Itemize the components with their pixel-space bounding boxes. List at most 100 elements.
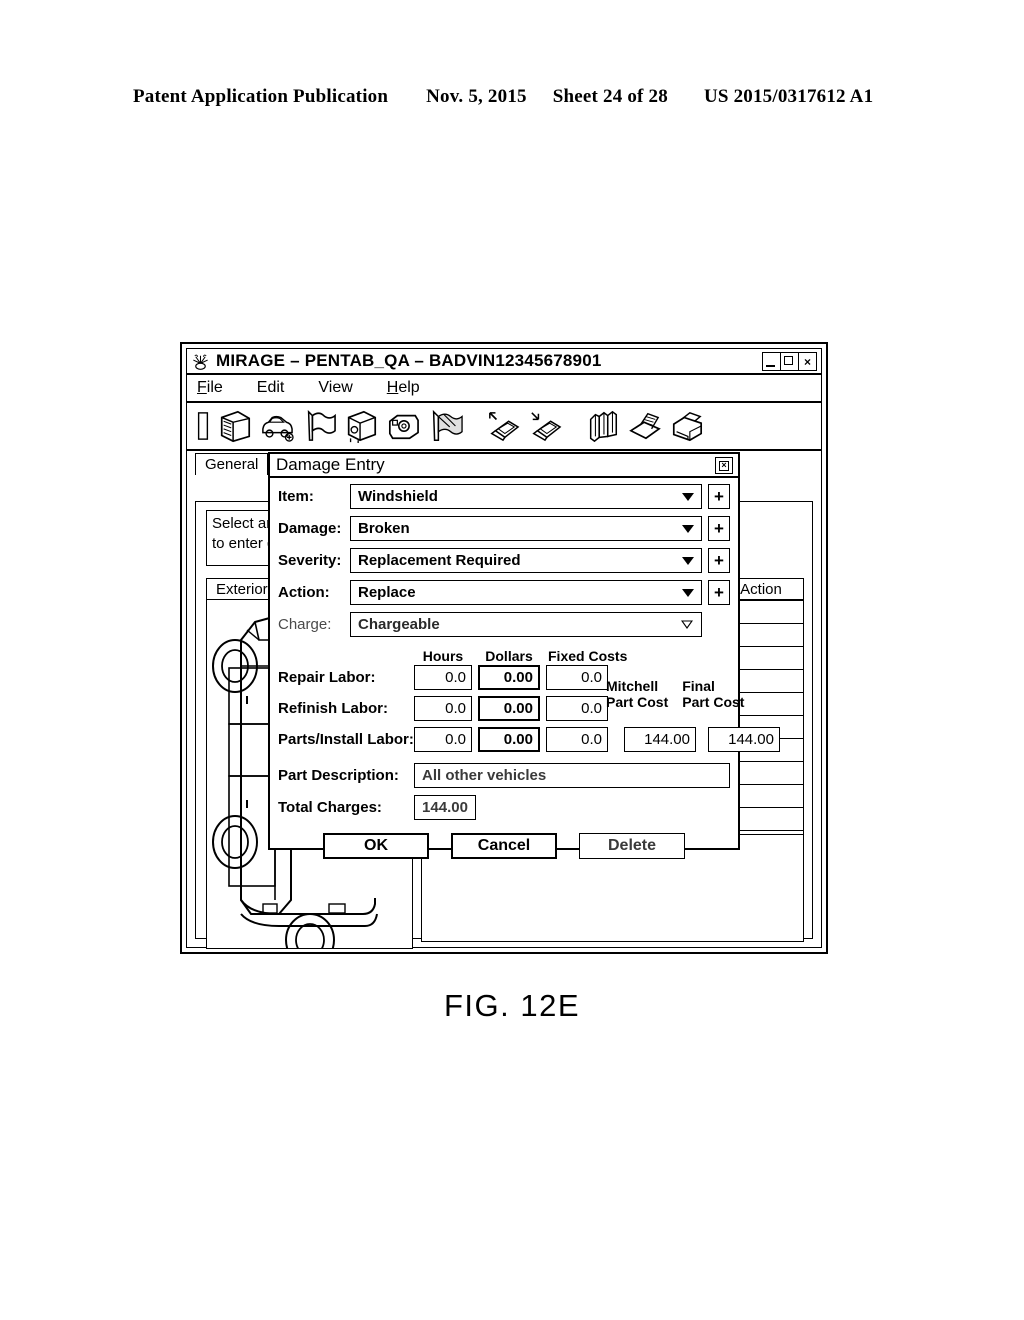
patent-page-header: Patent Application Publication Nov. 5, 2… xyxy=(133,86,893,108)
window-controls: × xyxy=(762,352,817,371)
charge-value: Chargeable xyxy=(358,616,440,633)
chevron-down-icon xyxy=(682,524,694,533)
dialog-close-icon[interactable]: × xyxy=(715,457,733,474)
app-logo-icon xyxy=(191,352,210,371)
header-dollars: Dollars xyxy=(485,648,533,664)
header-mitchell-part-cost: Mitchell Part Cost xyxy=(606,678,668,710)
figure-caption: FIG. 12E xyxy=(443,988,581,1023)
parts-labor-dollars-input[interactable]: 0.00 xyxy=(478,727,540,752)
menu-item-view[interactable]: View xyxy=(318,379,352,397)
label-part-description: Part Description: xyxy=(278,766,399,784)
laptop-upload-icon[interactable] xyxy=(483,405,523,447)
mitchell-part-cost-input[interactable]: 144.00 xyxy=(624,727,696,752)
chevron-down-icon xyxy=(682,588,694,597)
chevron-down-icon xyxy=(682,492,694,501)
sub-tab-exterior[interactable]: Exterior xyxy=(206,578,278,600)
add-damage-button[interactable]: + xyxy=(708,516,730,541)
final-line1: Final xyxy=(682,678,715,694)
flag-filled-icon[interactable] xyxy=(425,405,465,447)
damage-value: Broken xyxy=(358,520,410,537)
menu-label-help-rest: elp xyxy=(398,379,420,396)
label-damage: Damage: xyxy=(278,520,342,537)
menu-item-edit[interactable]: Edit xyxy=(257,379,285,397)
parts-labor-fixed-input[interactable]: 0.0 xyxy=(546,727,608,752)
refinish-labor-dollars-input[interactable]: 0.00 xyxy=(478,696,540,721)
mitchell-line2: Part Cost xyxy=(606,694,669,710)
severity-dropdown[interactable]: Replacement Required xyxy=(350,548,702,573)
ok-button[interactable]: OK xyxy=(323,833,429,859)
laptop-download-icon[interactable] xyxy=(525,405,565,447)
add-item-button[interactable]: + xyxy=(708,484,730,509)
add-severity-button[interactable]: + xyxy=(708,548,730,573)
book-icon[interactable] xyxy=(215,405,255,447)
label-severity: Severity: xyxy=(278,552,342,569)
label-refinish-labor: Refinish Labor: xyxy=(278,700,389,717)
field-row-severity: Severity: Replacement Required + xyxy=(278,548,730,573)
action-dropdown[interactable]: Replace xyxy=(350,580,702,605)
maximize-icon[interactable] xyxy=(781,353,799,370)
part-description-input[interactable]: All other vehicles xyxy=(414,762,730,788)
delete-button[interactable]: Delete xyxy=(579,833,685,859)
field-row-item: Item: Windshield + xyxy=(278,484,730,509)
menu-label-file-rest: ile xyxy=(206,379,223,396)
header-hours: Hours xyxy=(422,648,464,664)
field-row-action: Action: Replace + xyxy=(278,580,730,605)
part-description-row: Part Description: All other vehicles xyxy=(278,761,730,789)
charge-dropdown[interactable]: Chargeable xyxy=(350,612,702,637)
header-fixed-costs: Fixed Costs xyxy=(548,648,628,664)
field-row-charge: Charge: Chargeable xyxy=(278,612,730,637)
total-charges-value: 144.00 xyxy=(414,794,476,820)
patent-publication-label: Patent Application Publication xyxy=(133,86,389,107)
window-titlebar: MIRAGE – PENTAB_QA – BADVIN12345678901 × xyxy=(187,349,821,375)
camera-icon[interactable] xyxy=(383,405,423,447)
severity-value: Replacement Required xyxy=(358,552,521,569)
cost-column-headers: Hours Dollars Fixed Costs xyxy=(278,644,730,664)
label-item: Item: xyxy=(278,488,314,505)
chevron-down-outline-icon xyxy=(680,616,694,634)
close-icon[interactable]: × xyxy=(799,353,816,370)
sub-tabs: Exterior xyxy=(206,578,278,600)
refinish-labor-hours-input[interactable]: 0.0 xyxy=(414,696,472,721)
add-vehicle-icon[interactable] xyxy=(257,405,297,447)
parts-labor-hours-input[interactable]: 0.0 xyxy=(414,727,472,752)
flag-icon[interactable] xyxy=(299,405,339,447)
final-part-cost-input[interactable]: 144.00 xyxy=(708,727,780,752)
item-dropdown[interactable]: Windshield xyxy=(350,484,702,509)
label-charge: Charge: xyxy=(278,616,332,633)
menu-bar: File Edit View Help xyxy=(187,375,821,403)
scanner-icon[interactable] xyxy=(625,405,665,447)
add-action-button[interactable]: + xyxy=(708,580,730,605)
label-action: Action: xyxy=(278,584,330,601)
repair-labor-fixed-input[interactable]: 0.0 xyxy=(546,665,608,690)
books-stack-icon[interactable] xyxy=(583,405,623,447)
mitchell-line1: Mitchell xyxy=(606,678,659,694)
cost-grid: Hours Dollars Fixed Costs Mitchell Part … xyxy=(278,644,780,753)
repair-labor-dollars-input[interactable]: 0.00 xyxy=(478,665,540,690)
dialog-body: Item: Windshield + Damage: Broken + Seve… xyxy=(270,478,780,859)
blank-page-icon[interactable] xyxy=(193,405,213,447)
repair-labor-hours-input[interactable]: 0.0 xyxy=(414,665,472,690)
total-charges-row: Total Charges: 144.00 xyxy=(278,793,730,821)
damage-dropdown[interactable]: Broken xyxy=(350,516,702,541)
patent-publication-number: US 2015/0317612 A1 xyxy=(703,86,874,107)
menu-item-file[interactable]: File xyxy=(197,379,223,397)
dialog-title: Damage Entry xyxy=(276,455,385,474)
minimize-icon[interactable] xyxy=(763,353,781,370)
close-glyph: × xyxy=(719,460,729,471)
dialog-titlebar: Damage Entry × xyxy=(270,454,738,478)
header-final-part-cost: Final Part Cost xyxy=(682,678,744,710)
tab-general[interactable]: General xyxy=(195,453,269,475)
label-repair-labor: Repair Labor: xyxy=(278,669,376,686)
menu-item-help[interactable]: Help xyxy=(387,379,420,397)
patent-date: Nov. 5, 2015 xyxy=(426,86,527,107)
item-value: Windshield xyxy=(358,488,438,505)
damage-entry-dialog: Damage Entry × Item: Windshield + Damage… xyxy=(268,452,780,859)
safe-box-icon[interactable] xyxy=(341,405,381,447)
refinish-labor-fixed-input[interactable]: 0.0 xyxy=(546,696,608,721)
printer-icon[interactable] xyxy=(667,405,707,447)
cancel-button[interactable]: Cancel xyxy=(451,833,557,859)
cost-row-parts-install-labor: Parts/Install Labor: 0.0 0.00 0.0 144.00… xyxy=(278,726,780,753)
final-line2: Part Cost xyxy=(682,694,745,710)
chevron-down-icon xyxy=(682,556,694,565)
part-cost-headers: Mitchell Part Cost Final Part Cost xyxy=(606,678,744,710)
